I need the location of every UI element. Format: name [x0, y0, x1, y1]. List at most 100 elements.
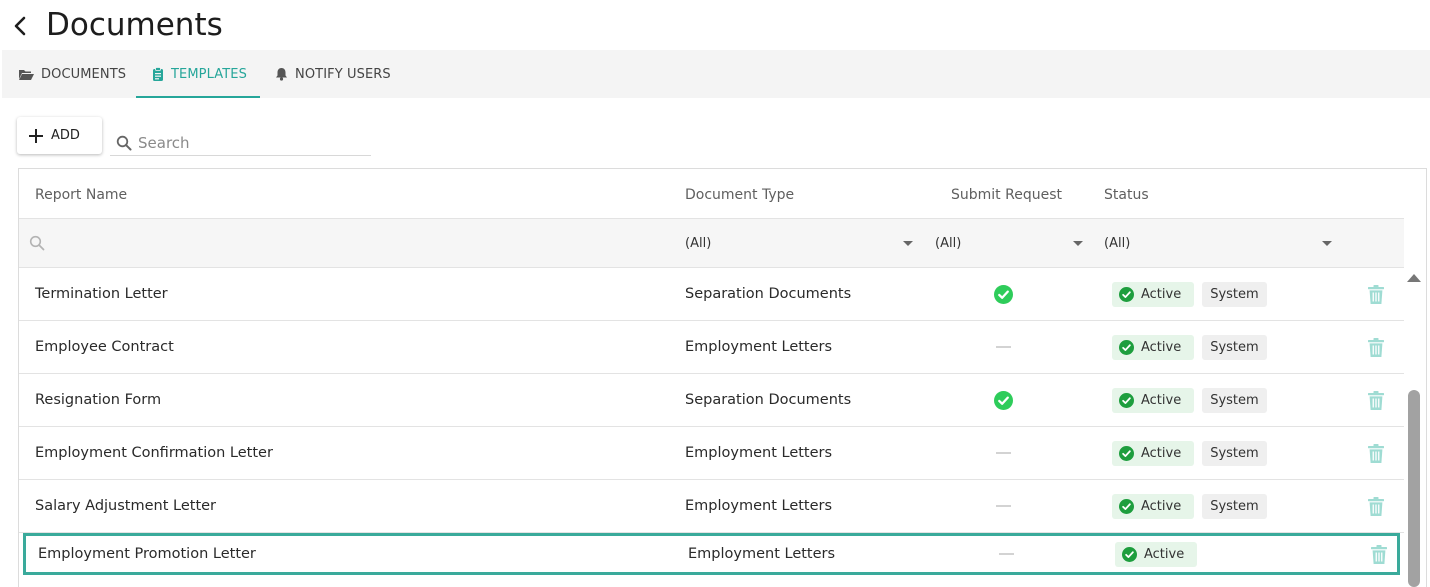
trash-icon	[1368, 390, 1384, 410]
document-type-cell: Employment Letters	[685, 498, 833, 514]
caret-down-icon	[903, 240, 913, 246]
report-name-cell: Termination Letter	[35, 286, 168, 302]
status-badge-label: Active	[1144, 546, 1185, 562]
report-name-cell: Employment Promotion Letter	[38, 546, 256, 562]
column-header-submit-request[interactable]: Submit Request	[951, 187, 1062, 203]
system-badge: System	[1202, 281, 1267, 307]
submit-request-cell	[986, 536, 1026, 572]
system-badge: System	[1202, 387, 1267, 413]
dash-icon	[995, 452, 1011, 454]
search-icon	[116, 135, 132, 150]
status-cell: Active	[1115, 536, 1198, 572]
add-button[interactable]: ADD	[17, 117, 102, 154]
status-badge: Active	[1112, 387, 1195, 413]
tab-label: TEMPLATES	[171, 66, 247, 82]
submit-request-cell	[983, 268, 1023, 320]
report-name-cell: Employment Confirmation Letter	[35, 445, 273, 461]
check-circle-icon	[1119, 339, 1134, 355]
table-row[interactable]: Termination Letter Separation Documents Ac…	[19, 268, 1404, 321]
submit-request-filter-value: (All)	[935, 235, 962, 251]
check-circle-icon	[1122, 546, 1137, 562]
document-type-cell: Separation Documents	[685, 392, 852, 408]
status-cell: Active System	[1112, 268, 1267, 320]
search-input[interactable]	[138, 133, 368, 152]
scroll-up-arrow-icon[interactable]	[1407, 274, 1421, 282]
table-row[interactable]: Resignation Form Separation Documents Acti…	[19, 374, 1404, 427]
trash-icon	[1368, 284, 1384, 304]
table-row[interactable]: Employee Contract Employment Letters Activ…	[19, 321, 1404, 374]
scrollbar-thumb[interactable]	[1408, 390, 1420, 587]
tab-documents[interactable]: DOCUMENTS	[18, 50, 126, 98]
dash-icon	[995, 505, 1011, 507]
delete-button[interactable]	[1365, 321, 1387, 373]
status-badge-label: Active	[1141, 392, 1182, 408]
delete-button[interactable]	[1365, 480, 1387, 532]
submit-request-cell	[983, 427, 1023, 479]
status-cell: Active System	[1112, 374, 1267, 426]
table-row[interactable]: Employment Promotion Letter Employment Le…	[23, 533, 1400, 575]
report-name-cell: Salary Adjustment Letter	[35, 498, 217, 514]
status-cell: Active System	[1112, 480, 1267, 532]
clipboard-icon	[153, 67, 163, 81]
delete-button[interactable]	[1365, 374, 1387, 426]
submit-request-cell	[983, 374, 1023, 426]
caret-down-icon	[1073, 240, 1083, 246]
status-badge: Active	[1115, 541, 1198, 567]
report-name-cell: Resignation Form	[35, 392, 162, 408]
check-circle-icon	[1119, 392, 1134, 408]
trash-icon	[1368, 496, 1384, 516]
document-type-filter-value: (All)	[685, 235, 712, 251]
status-badge-label: Active	[1141, 445, 1182, 461]
document-type-cell: Employment Letters	[685, 445, 833, 461]
trash-icon	[1368, 443, 1384, 463]
status-filter-value: (All)	[1104, 235, 1131, 251]
tab-label: DOCUMENTS	[41, 66, 127, 82]
status-filter[interactable]: (All)	[1104, 219, 1332, 267]
system-badge: System	[1202, 440, 1267, 466]
templates-grid: Report Name Document Type Submit Request…	[18, 168, 1427, 587]
check-circle-icon	[993, 390, 1013, 410]
delete-button[interactable]	[1365, 268, 1387, 320]
table-row[interactable]: Salary Adjustment Letter Employment Lette…	[19, 480, 1404, 533]
back-button[interactable]	[8, 10, 32, 42]
column-header-status[interactable]: Status	[1104, 187, 1149, 203]
tab-templates[interactable]: TEMPLATES	[152, 50, 247, 98]
delete-button[interactable]	[1365, 427, 1387, 479]
chevron-left-icon	[14, 16, 26, 36]
delete-button[interactable]	[1368, 536, 1390, 572]
submit-request-cell	[983, 321, 1023, 373]
status-badge-label: Active	[1141, 286, 1182, 302]
dash-icon	[995, 346, 1011, 348]
page-title: Documents	[46, 7, 223, 43]
status-badge: Active	[1112, 493, 1195, 519]
status-badge-label: Active	[1141, 339, 1182, 355]
submit-request-filter[interactable]: (All)	[935, 219, 1083, 267]
dash-icon	[998, 553, 1014, 555]
status-badge: Active	[1112, 334, 1195, 360]
system-badge: System	[1202, 334, 1267, 360]
trash-icon	[1368, 337, 1384, 357]
active-tab-indicator	[136, 96, 260, 98]
document-type-cell: Employment Letters	[688, 546, 836, 562]
status-badge-label: Active	[1141, 498, 1182, 514]
caret-down-icon	[1322, 240, 1332, 246]
status-badge: Active	[1112, 281, 1195, 307]
document-type-filter[interactable]: (All)	[685, 219, 913, 267]
status-badge: Active	[1112, 440, 1195, 466]
tab-notify-users[interactable]: NOTIFY USERS	[275, 50, 391, 98]
document-type-cell: Employment Letters	[685, 339, 833, 355]
check-circle-icon	[1119, 286, 1134, 302]
trash-icon	[1371, 544, 1387, 564]
system-badge: System	[1202, 493, 1267, 519]
plus-icon	[29, 128, 43, 143]
check-circle-icon	[1119, 498, 1134, 514]
column-header-report-name[interactable]: Report Name	[35, 187, 127, 203]
table-row[interactable]: Employment Confirmation Letter Employment…	[19, 427, 1404, 480]
check-circle-icon	[993, 284, 1013, 304]
column-header-document-type[interactable]: Document Type	[685, 187, 794, 203]
bell-icon	[276, 68, 287, 81]
name-filter[interactable]	[29, 235, 45, 255]
check-circle-icon	[1119, 445, 1134, 461]
submit-request-cell	[983, 480, 1023, 532]
filter-row: (All) (All) (All)	[19, 218, 1404, 268]
